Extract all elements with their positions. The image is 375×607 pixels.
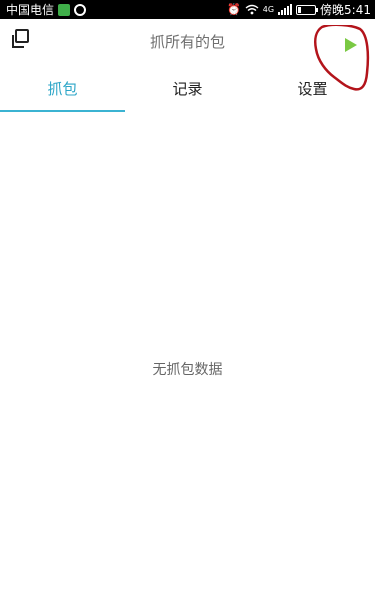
tab-records[interactable]: 记录 (125, 70, 250, 112)
tab-label: 抓包 (47, 80, 78, 98)
status-bar-left: 中国电信 (6, 1, 87, 18)
status-bar: 中国电信 ⏰ 4G 傍晚5:41 (0, 0, 375, 19)
tab-bar: 抓包 记录 设置 (0, 70, 375, 112)
network-label: 4G (262, 4, 275, 14)
alarm-icon: ⏰ (227, 3, 241, 16)
app-green-icon (58, 3, 71, 16)
carrier-label: 中国电信 (6, 3, 55, 17)
app-ring-icon (74, 3, 87, 16)
tab-label: 设置 (297, 80, 328, 98)
tab-capture[interactable]: 抓包 (0, 70, 125, 112)
battery-icon (296, 4, 319, 15)
tab-label: 记录 (172, 80, 203, 98)
signal-icon (278, 4, 293, 15)
wifi-icon (245, 4, 259, 15)
app-header: 抓所有的包 (0, 19, 375, 91)
status-bar-right: ⏰ 4G 傍晚5:41 (227, 1, 371, 18)
empty-state-message: 无抓包数据 (152, 362, 223, 378)
battery-level (298, 6, 302, 13)
time-label: 傍晚5:41 (320, 3, 371, 17)
tab-settings[interactable]: 设置 (250, 70, 375, 112)
